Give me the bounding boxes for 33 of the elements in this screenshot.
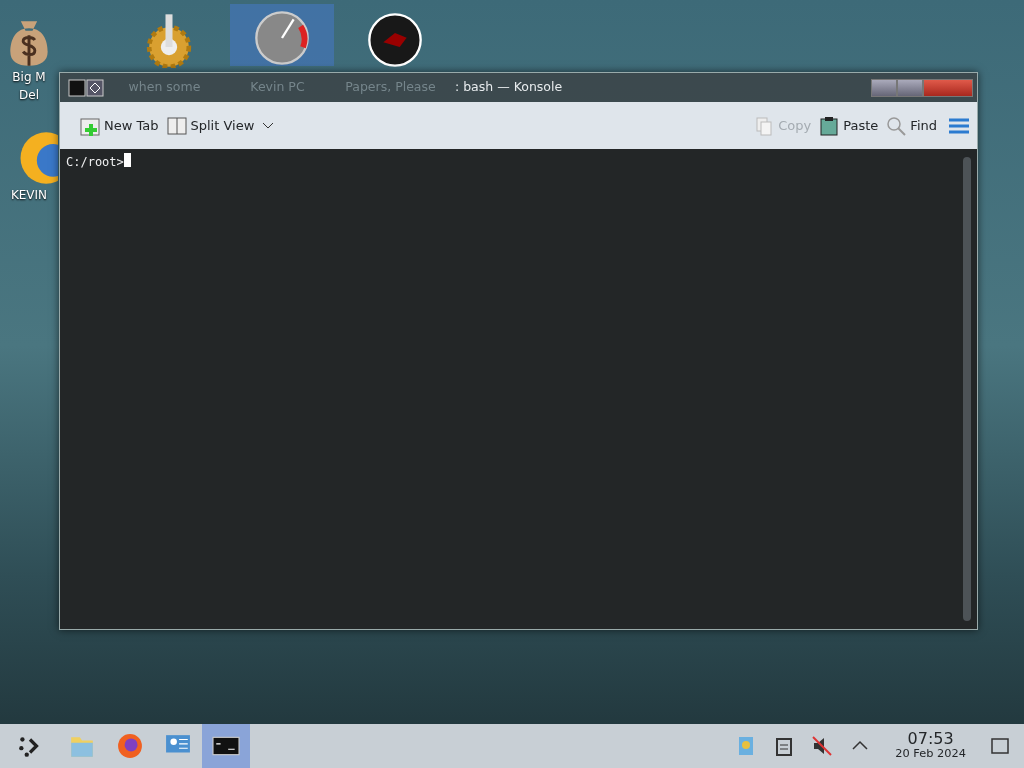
browser-icon	[115, 733, 145, 759]
tab-plus-icon	[80, 115, 100, 136]
show-desktop-icon[interactable]	[990, 736, 1010, 756]
toolbar-button[interactable]: Split View	[162, 111, 259, 140]
icon-label: Kevin PC	[249, 78, 306, 97]
maximize-button[interactable]	[897, 78, 923, 97]
close-button[interactable]	[923, 78, 973, 97]
chevron-down-icon[interactable]	[262, 121, 275, 130]
round-emblem-icon	[367, 12, 423, 68]
clock-date: 20 Feb 2024	[895, 746, 966, 760]
window-menu-icon[interactable]	[68, 78, 104, 97]
icon-label: Del	[19, 87, 39, 104]
toolbar-button[interactable]: Paste	[815, 111, 883, 140]
icon-label: Big M	[12, 69, 46, 86]
toolbar-button[interactable]: New Tab	[76, 111, 163, 140]
scrollbar[interactable]	[963, 157, 971, 621]
split-columns-icon	[166, 115, 187, 136]
terminal-prompt: C:/root>	[66, 154, 124, 171]
clipboard-icon	[819, 115, 840, 136]
gauge-icon	[254, 10, 310, 66]
icon-label: Papers, Please	[344, 78, 437, 97]
window-title: : bash — Konsole	[455, 78, 563, 97]
muted-speaker-icon[interactable]	[811, 735, 834, 757]
clock-time: 07:53	[906, 732, 955, 746]
minimize-button[interactable]	[871, 78, 897, 97]
taskbar-app-button[interactable]	[202, 724, 250, 768]
icon-label: when some	[127, 78, 202, 97]
desktop-icon[interactable]: Big M Del	[0, 6, 58, 104]
toolbar-button[interactable]: Find	[882, 111, 941, 140]
copy-icon	[754, 115, 775, 136]
icon-label: KEVIN	[10, 187, 48, 204]
search-icon	[886, 115, 907, 136]
menu-icon[interactable]	[949, 117, 969, 134]
